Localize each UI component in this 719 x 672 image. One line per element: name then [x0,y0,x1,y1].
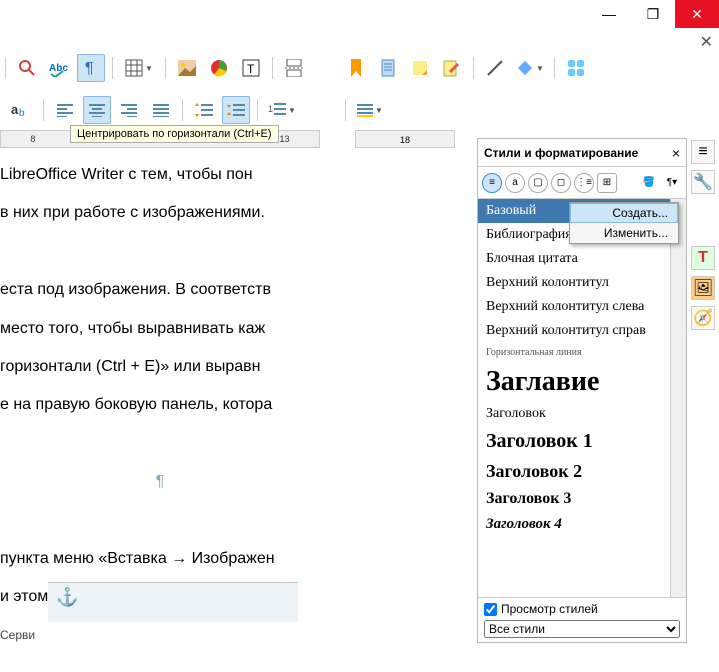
menu-create[interactable]: Создать... [570,203,678,223]
note-icon[interactable] [406,54,434,82]
style-item[interactable]: Блочная цитата [478,247,686,271]
panel-toolbar: ≡ a ▢ ◻ ⋮≡ ⊞ 🪣 ¶▾ [478,167,686,199]
doc-line: пункта меню «Вставка → Изображен [0,544,320,574]
scrollbar[interactable] [670,199,686,597]
align-right-icon[interactable] [115,96,143,124]
text-icon[interactable]: T [691,246,715,270]
page-styles-icon[interactable]: ◻ [551,173,571,193]
ruler-2[interactable]: 18 [355,130,455,148]
context-menu: Создать... Изменить... [569,202,679,244]
style-list[interactable]: БазовыйБиблиографияБлочная цитатаВерхний… [478,199,686,597]
filter-select[interactable]: Все стили [484,620,680,638]
wrench-icon[interactable]: 🔧 [691,170,715,194]
grid-icon[interactable] [562,54,590,82]
fill-format-icon[interactable]: 🪣 [639,173,659,193]
frame-styles-icon[interactable]: ▢ [528,173,548,193]
spellcheck-icon[interactable]: Abc [45,54,73,82]
bookmark-icon[interactable] [342,54,370,82]
standard-toolbar: Abc ¶ ▼ T [0,50,310,86]
doc-line: в них при работе с изображениями. [0,198,320,228]
navigator-icon[interactable]: 🧭 [691,306,715,330]
document-icon[interactable] [374,54,402,82]
style-item[interactable]: Верхний колонтитул справ [478,319,686,343]
char-color-icon[interactable]: ab [2,96,36,124]
paragraph-styles-icon[interactable]: ≡ [482,173,502,193]
panel-title: Стили и форматирование [484,146,638,160]
document-area[interactable]: LibreOffice Writer с тем, чтобы пон в ни… [0,160,320,621]
line-spacing-icon[interactable]: 1▼ [265,96,299,124]
gallery-icon[interactable]: 🖼 [691,276,715,300]
svg-text:a: a [11,102,19,117]
statusbar-label: Серви [0,628,35,642]
ruler-tick: 8 [30,134,35,144]
menu-edit[interactable]: Изменить... [570,223,678,243]
formatting-toolbar: ab 1▼ [0,92,301,128]
line-icon[interactable] [481,54,509,82]
style-item[interactable]: Верхний колонтитул [478,271,686,295]
shapes-icon[interactable]: ▼ [513,54,547,82]
close-button[interactable]: ✕ [675,0,719,28]
doc-line: еста под изображения. В соответств [0,275,320,305]
decrease-spacing-icon[interactable] [222,96,250,124]
para-fill-icon[interactable]: ▼ [353,96,387,124]
style-item[interactable]: Заглавие [478,362,686,402]
table-styles-icon[interactable]: ⊞ [597,173,617,193]
anchor-icon: ⚓ [56,587,78,608]
panel-close-icon[interactable]: × [672,145,680,161]
align-center-icon[interactable] [83,96,111,124]
chart-icon[interactable] [205,54,233,82]
svg-text:T: T [247,62,255,76]
doc-line: горизонтали (Ctrl + E)» или выравн [0,352,320,382]
panel-footer: Просмотр стилей Все стили [478,597,686,642]
toolbar-close-icon[interactable]: ✕ [700,32,713,52]
increase-spacing-icon[interactable] [190,96,218,124]
style-item[interactable]: Заголовок 2 [478,457,686,486]
panel-header: Стили и форматирование × [478,139,686,167]
page-break-icon[interactable] [280,54,308,82]
title-bar: — ❐ ✕ [587,0,719,28]
align-left-icon[interactable] [51,96,79,124]
justify-icon[interactable] [147,96,175,124]
preview-checkbox[interactable]: Просмотр стилей [484,602,680,616]
minimize-button[interactable]: — [587,0,631,28]
doc-line: LibreOffice Writer с тем, чтобы пон [0,160,320,190]
maximize-button[interactable]: ❐ [631,0,675,28]
doc-line: место того, чтобы выравнивать каж [0,314,320,344]
find-replace-icon[interactable] [13,54,41,82]
character-styles-icon[interactable]: a [505,173,525,193]
svg-text:b: b [19,108,25,119]
style-item[interactable]: Заголовок 1 [478,426,686,457]
textbox-icon[interactable]: T [237,54,265,82]
sidebar: ≡ 🔧 T 🖼 🧭 [689,140,717,330]
style-item[interactable]: Заголовок 3 [478,486,686,512]
image-icon[interactable] [173,54,201,82]
new-style-icon[interactable]: ¶▾ [662,173,682,193]
tooltip: Центрировать по горизонтали (Ctrl+E) [70,125,279,143]
doc-line: е на правую боковую панель, котора [0,390,320,420]
standard-toolbar-2: ▼ [340,50,592,86]
style-item[interactable]: Заголовок 4 [478,512,686,537]
table-icon[interactable]: ▼ [120,54,158,82]
ruler-tick: 13 [280,134,290,144]
image-placeholder[interactable]: ⚓ [48,582,298,622]
svg-text:Abc: Abc [49,63,68,74]
formatting-marks-icon[interactable]: ¶ [77,54,105,82]
properties-icon[interactable]: ≡ [691,140,715,164]
svg-text:¶: ¶ [85,60,94,77]
style-item[interactable]: Горизонтальная линия [478,343,686,362]
formatting-toolbar-2: ▼ [340,92,389,128]
svg-text:1: 1 [268,104,273,114]
list-styles-icon[interactable]: ⋮≡ [574,173,594,193]
style-item[interactable]: Верхний колонтитул слева [478,295,686,319]
pilcrow-icon: ¶ [0,467,320,497]
style-item[interactable]: Заголовок [478,402,686,426]
edit-icon[interactable] [438,54,466,82]
